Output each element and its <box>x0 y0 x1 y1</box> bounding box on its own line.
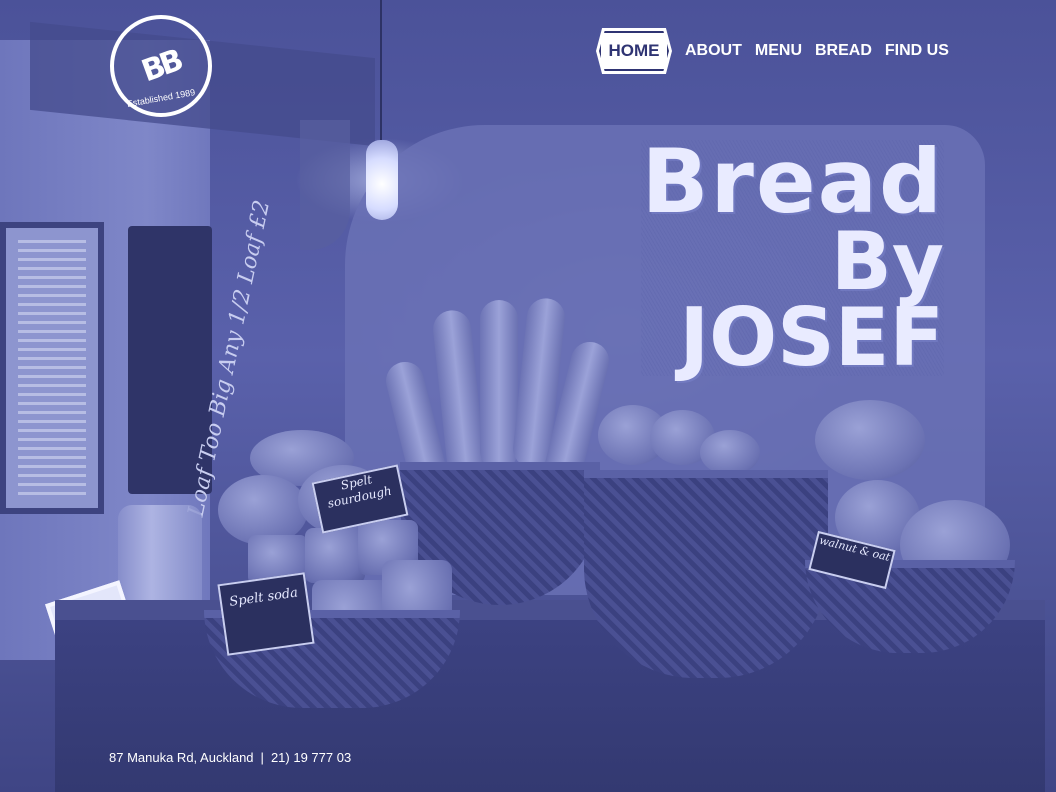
wicker-basket <box>584 470 828 678</box>
shelf-bracket <box>300 120 350 250</box>
bulb-wire <box>380 0 382 140</box>
nav-menu[interactable]: MENU <box>755 42 802 60</box>
hero-background: Loaf Too Big Any 1/2 Loaf £2 Spelt sourd… <box>0 0 1056 792</box>
sign-spelt-soda: Spelt soda <box>217 572 315 656</box>
footer-separator: | <box>260 750 264 765</box>
nav-find-us[interactable]: FIND US <box>885 42 949 60</box>
main-nav: HOME ABOUT MENU BREAD FIND US <box>596 28 949 74</box>
chalkboard: Loaf Too Big Any 1/2 Loaf £2 <box>128 198 275 519</box>
nav-about[interactable]: ABOUT <box>685 42 742 60</box>
logo-established-text: Established 1989 <box>126 87 196 109</box>
hero-title-line1: Bread <box>641 130 944 233</box>
loaf <box>815 400 925 480</box>
nav-home[interactable]: HOME <box>596 28 672 74</box>
nav-bread[interactable]: BREAD <box>815 42 872 60</box>
footer-phone[interactable]: 21) 19 777 03 <box>271 750 351 765</box>
nav-home-label: HOME <box>608 41 660 60</box>
footer-contact: 87 Manuka Rd, Auckland | 21) 19 777 03 <box>109 750 351 765</box>
brand-logo[interactable]: BB Established 1989 <box>110 15 212 117</box>
baguette <box>480 300 518 470</box>
footer-address: 87 Manuka Rd, Auckland <box>109 750 254 765</box>
light-bulb <box>366 140 398 220</box>
loaf <box>700 430 760 475</box>
logo-mark: BB <box>137 43 185 89</box>
hero-title-line2: By <box>830 214 944 308</box>
soda-loaf <box>305 528 365 583</box>
hero-title-line3: JOSEF <box>679 290 944 384</box>
framed-newspaper <box>0 222 104 514</box>
hero-title: Bread By JOSEF <box>641 130 944 384</box>
